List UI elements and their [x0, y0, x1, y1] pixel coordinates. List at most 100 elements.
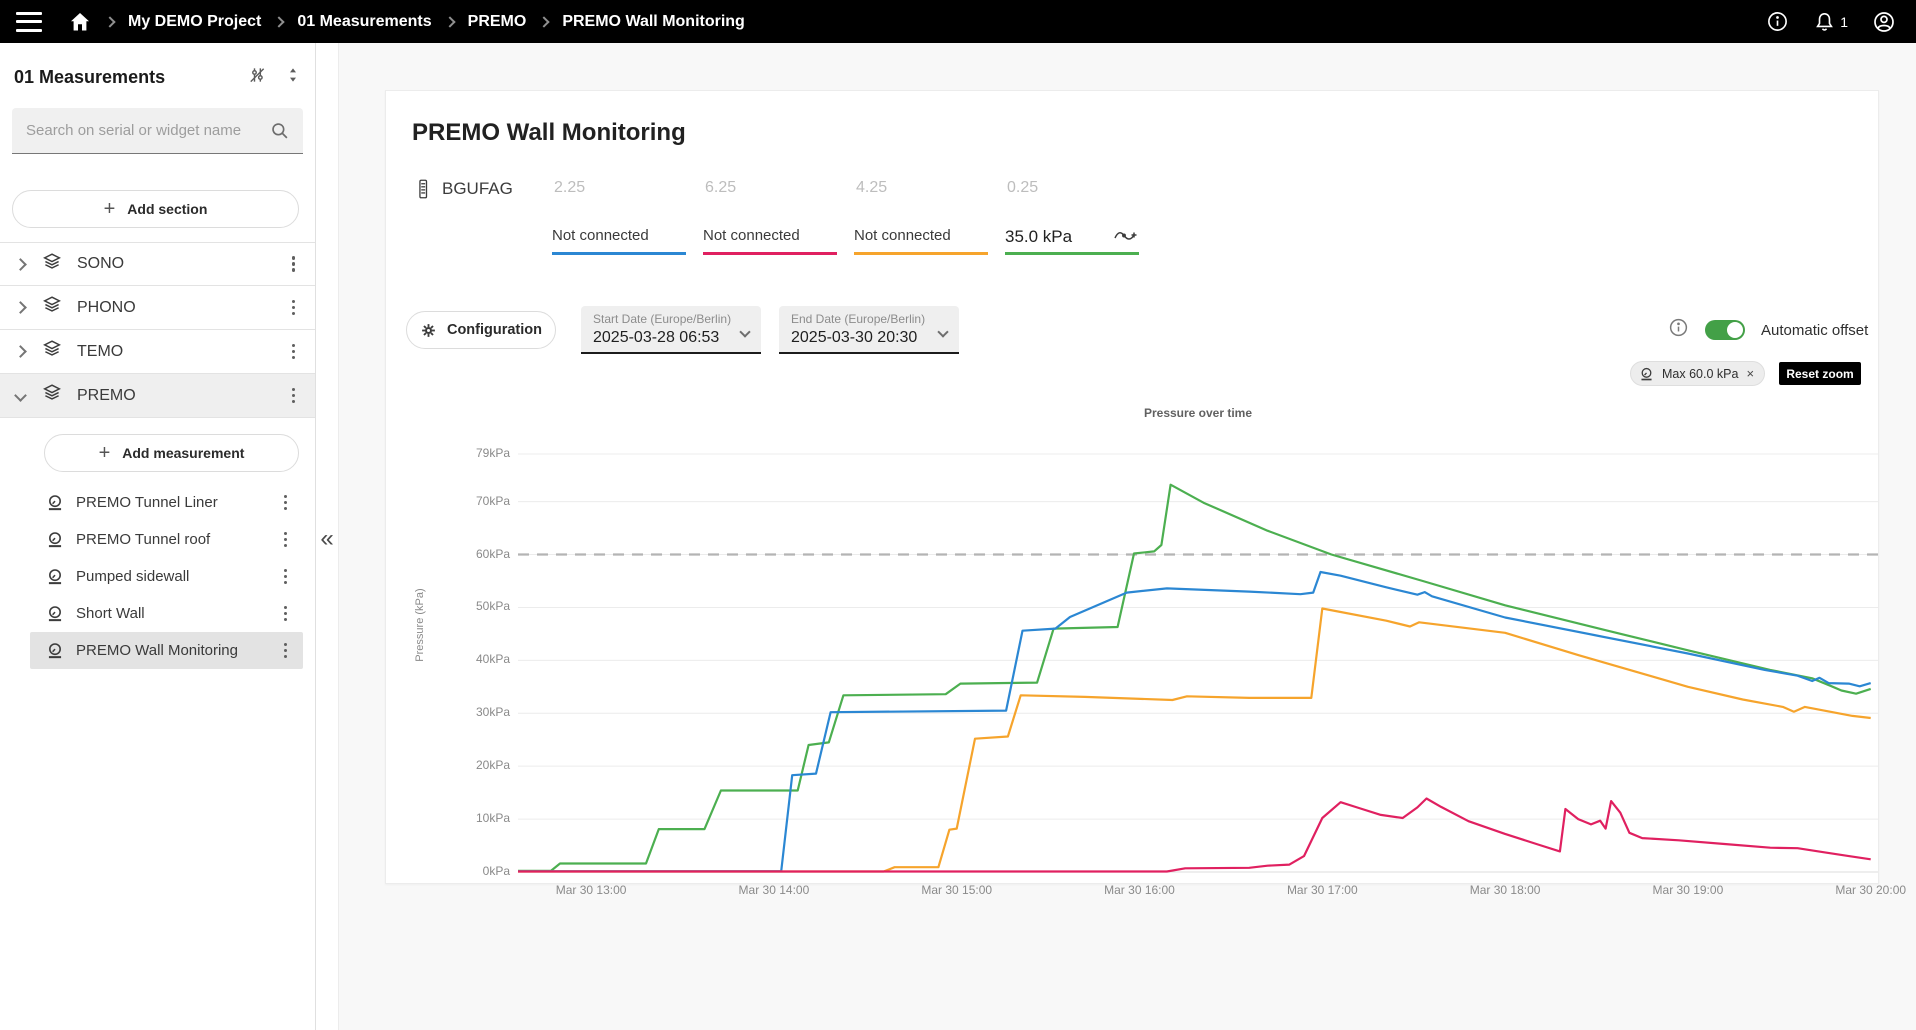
- measurement-item-short-wall[interactable]: Short Wall: [30, 595, 303, 632]
- channel-status-cell[interactable]: Not connected: [703, 227, 837, 255]
- channel-color-underline: [854, 252, 988, 255]
- kebab-menu-icon[interactable]: [278, 565, 294, 589]
- search-icon[interactable]: [269, 120, 291, 147]
- info-icon[interactable]: [1766, 10, 1789, 33]
- measurement-label: Pumped sidewall: [76, 568, 189, 585]
- sections-tree: SONO PHONO TEMO: [0, 242, 315, 418]
- sidebar-section-premo[interactable]: PREMO: [0, 374, 315, 418]
- channel-status-cell[interactable]: Not connected: [552, 227, 686, 255]
- channel-color-underline: [552, 252, 686, 255]
- automatic-offset-toggle[interactable]: [1705, 320, 1745, 340]
- x-tick-label: Mar 30 15:00: [887, 883, 1027, 897]
- sidebar-section-sono[interactable]: SONO: [0, 242, 315, 286]
- breadcrumb-group[interactable]: PREMO: [468, 13, 527, 31]
- y-tick-label: 30kPa: [444, 705, 510, 719]
- device-icon: [416, 177, 430, 201]
- y-tick-label: 79kPa: [444, 446, 510, 460]
- channel-status-cell[interactable]: Not connected: [854, 227, 988, 255]
- sidebar-section-temo[interactable]: TEMO: [0, 330, 315, 374]
- channel-status: Not connected: [703, 227, 800, 244]
- device-serial[interactable]: BGUFAG: [442, 179, 513, 199]
- add-measurement-label: Add measurement: [122, 445, 244, 461]
- layers-icon: [41, 294, 63, 321]
- collapse-sidebar-icon[interactable]: «: [316, 524, 338, 554]
- kebab-menu-icon[interactable]: [286, 252, 302, 276]
- breadcrumb-separator-icon: [104, 16, 115, 27]
- x-tick-label: Mar 30 17:00: [1252, 883, 1392, 897]
- chevron-right-icon[interactable]: [14, 301, 27, 314]
- gauge-icon: [46, 642, 64, 659]
- measurement-item-pumped-sidewall[interactable]: Pumped sidewall: [30, 558, 303, 595]
- kebab-menu-icon[interactable]: [278, 528, 294, 552]
- chevron-down-icon[interactable]: [14, 389, 27, 402]
- breadcrumb-project[interactable]: My DEMO Project: [128, 13, 261, 31]
- chart-title: Pressure over time: [518, 406, 1878, 420]
- y-tick-label: 40kPa: [444, 652, 510, 666]
- kebab-menu-icon[interactable]: [278, 639, 294, 663]
- breadcrumb-current: PREMO Wall Monitoring: [562, 13, 745, 31]
- add-measurement-button[interactable]: + Add measurement: [44, 434, 299, 472]
- gear-icon: [420, 322, 437, 339]
- channel-status-cell[interactable]: 35.0 kPa: [1005, 227, 1139, 255]
- kebab-menu-icon[interactable]: [286, 384, 302, 408]
- x-tick-label: Mar 30 19:00: [1618, 883, 1758, 897]
- gauge-icon: [46, 531, 64, 548]
- measurement-item-premo-tunnel-roof[interactable]: PREMO Tunnel roof: [30, 521, 303, 558]
- notification-count-badge: 1: [1840, 14, 1848, 30]
- end-date-label: End Date (Europe/Berlin): [791, 312, 931, 326]
- add-section-label: Add section: [127, 201, 207, 217]
- filter-sliders-off-icon[interactable]: [247, 65, 267, 90]
- notifications-bell-icon[interactable]: 1: [1813, 10, 1848, 33]
- kebab-menu-icon[interactable]: [278, 491, 294, 515]
- layers-icon: [41, 382, 63, 409]
- max-threshold-chip[interactable]: Max 60.0 kPa ×: [1630, 361, 1765, 386]
- measurement-item-premo-wall-monitoring[interactable]: PREMO Wall Monitoring: [30, 632, 303, 669]
- x-tick-label: Mar 30 14:00: [704, 883, 844, 897]
- reset-zoom-button[interactable]: Reset zoom: [1779, 362, 1861, 385]
- chevron-right-icon[interactable]: [14, 345, 27, 358]
- sparkline-icon[interactable]: [1113, 227, 1139, 245]
- y-tick-label: 70kPa: [444, 494, 510, 508]
- info-icon[interactable]: [1668, 317, 1689, 343]
- start-date-field[interactable]: Start Date (Europe/Berlin) 2025-03-28 06…: [581, 306, 761, 354]
- end-date-value: 2025-03-30 20:30: [791, 329, 931, 347]
- pressure-chart-plot[interactable]: [518, 450, 1878, 874]
- account-icon[interactable]: [1872, 10, 1896, 34]
- measurement-item-premo-tunnel-liner[interactable]: PREMO Tunnel Liner: [30, 484, 303, 521]
- gauge-icon: [1639, 367, 1654, 381]
- configuration-button[interactable]: Configuration: [406, 311, 556, 349]
- sort-order-icon[interactable]: [285, 66, 301, 89]
- y-tick-label: 20kPa: [444, 758, 510, 772]
- start-date-label: Start Date (Europe/Berlin): [593, 312, 733, 326]
- x-tick-label: Mar 30 13:00: [521, 883, 661, 897]
- chevron-right-icon[interactable]: [14, 258, 27, 271]
- x-tick-label: Mar 30 18:00: [1435, 883, 1575, 897]
- hamburger-menu-icon[interactable]: [16, 12, 42, 32]
- y-tick-label: 50kPa: [444, 599, 510, 613]
- kebab-menu-icon[interactable]: [286, 296, 302, 320]
- search-input[interactable]: [12, 122, 303, 139]
- section-label: TEMO: [77, 343, 123, 361]
- end-date-field[interactable]: End Date (Europe/Berlin) 2025-03-30 20:3…: [779, 306, 959, 354]
- y-tick-label: 60kPa: [444, 547, 510, 561]
- add-section-button[interactable]: + Add section: [12, 190, 299, 228]
- gauge-icon: [46, 568, 64, 585]
- measurements-sidebar: 01 Measurements + Add section: [0, 43, 316, 1030]
- sidebar-section-phono[interactable]: PHONO: [0, 286, 315, 330]
- channel-color-underline: [703, 252, 837, 255]
- channel-depth-value: 2.25: [554, 179, 705, 197]
- series-line-channel-1-blue: [518, 572, 1871, 871]
- breadcrumb-separator-icon: [274, 16, 285, 27]
- series-line-channel-3-orange: [518, 609, 1871, 872]
- close-icon[interactable]: ×: [1746, 366, 1754, 381]
- kebab-menu-icon[interactable]: [286, 340, 302, 364]
- series-line-channel-4-green: [518, 485, 1871, 871]
- y-tick-label: 10kPa: [444, 811, 510, 825]
- measurement-label: PREMO Tunnel roof: [76, 531, 210, 548]
- kebab-menu-icon[interactable]: [278, 602, 294, 626]
- configuration-label: Configuration: [447, 322, 542, 338]
- gauge-icon: [46, 494, 64, 511]
- home-icon[interactable]: [68, 10, 92, 34]
- layers-icon: [41, 251, 63, 278]
- breadcrumb-section[interactable]: 01 Measurements: [297, 13, 431, 31]
